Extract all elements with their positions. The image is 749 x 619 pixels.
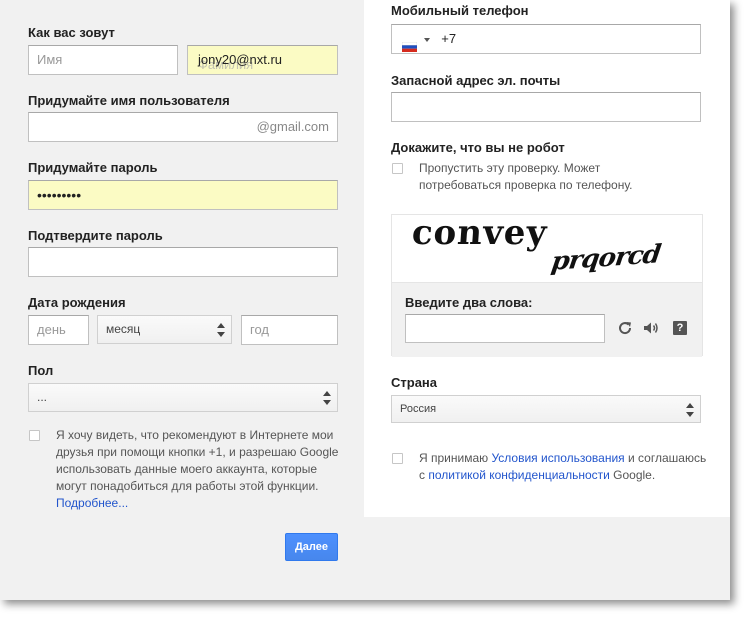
phone-label: Мобильный телефон xyxy=(391,3,529,18)
username-input[interactable]: @gmail.com xyxy=(28,112,338,142)
email-label: Запасной адрес эл. почты xyxy=(391,73,561,88)
next-button[interactable]: Далее xyxy=(285,533,338,561)
terms-text: Я принимаю Условия использования и согла… xyxy=(419,450,709,484)
plusone-description: Я хочу видеть, что рекомендуют в Интерне… xyxy=(56,428,339,493)
captcha-prompt: Введите два слова: xyxy=(405,295,533,310)
year-placeholder: год xyxy=(250,322,269,337)
confirm-password-input[interactable] xyxy=(28,247,338,277)
phone-value: +7 xyxy=(441,31,457,46)
terms-suffix: Google. xyxy=(609,468,656,482)
captcha-word-2: prqorcd xyxy=(549,239,663,276)
captcha-word-1: convey xyxy=(410,213,549,253)
skip-verification-checkbox[interactable] xyxy=(392,163,403,174)
birth-day-input[interactable]: день xyxy=(28,315,89,345)
password-value: ••••••••• xyxy=(37,187,82,203)
last-name-input[interactable]: Фамилия jony20@nxt.ru xyxy=(187,45,338,75)
month-updown-icon xyxy=(217,323,225,337)
privacy-policy-link[interactable]: политикой конфиденциальности xyxy=(428,468,609,482)
password-input[interactable]: ••••••••• xyxy=(28,180,338,210)
gender-label: Пол xyxy=(28,363,54,378)
birth-year-input[interactable]: год xyxy=(241,315,338,345)
backup-email-input[interactable] xyxy=(391,92,701,122)
first-name-input[interactable]: Имя xyxy=(28,45,178,75)
password-label: Придумайте пароль xyxy=(28,160,158,175)
name-label: Как вас зовут xyxy=(28,25,115,40)
month-value: месяц xyxy=(106,322,141,336)
audio-icon[interactable] xyxy=(643,321,659,340)
first-name-placeholder: Имя xyxy=(37,52,63,67)
skip-verification-text: Пропустить эту проверку. Может потребова… xyxy=(419,161,633,192)
confirm-password-label: Подтвердите пароль xyxy=(28,228,163,243)
help-icon[interactable]: ? xyxy=(673,321,687,335)
country-updown-icon xyxy=(686,403,694,417)
last-name-value: jony20@nxt.ru xyxy=(198,52,283,67)
terms-checkbox[interactable] xyxy=(392,453,403,464)
country-value: Россия xyxy=(400,403,437,415)
plusone-checkbox[interactable] xyxy=(29,430,40,441)
phone-input[interactable]: +7 xyxy=(391,24,701,54)
robot-label: Докажите, что вы не робот xyxy=(391,140,565,155)
birth-month-select[interactable]: месяц xyxy=(97,315,232,344)
gender-value: ... xyxy=(37,390,48,404)
learn-more-link[interactable]: Подробнее... xyxy=(56,496,128,510)
captcha-input-area: Введите два слова: ? xyxy=(392,282,702,357)
captcha-box: convey prqorcd Введите два слова: ? xyxy=(391,213,703,357)
day-placeholder: день xyxy=(37,322,66,337)
username-label: Придумайте имя пользователя xyxy=(28,93,230,108)
country-label: Страна xyxy=(391,375,438,390)
gender-select[interactable]: ... xyxy=(28,383,338,412)
country-select[interactable]: Россия xyxy=(391,395,701,423)
terms-of-service-link[interactable]: Условия использования xyxy=(491,451,624,465)
signup-form: Как вас зовут Имя Фамилия jony20@nxt.ru … xyxy=(0,0,730,600)
gender-updown-icon xyxy=(323,391,331,405)
refresh-icon[interactable] xyxy=(617,320,633,341)
country-code-dropdown-icon[interactable] xyxy=(423,37,430,42)
terms-prefix: Я принимаю xyxy=(419,451,492,465)
gmail-suffix: @gmail.com xyxy=(256,119,329,134)
plusone-text: Я хочу видеть, что рекомендуют в Интерне… xyxy=(56,427,340,512)
birthday-label: Дата рождения xyxy=(28,295,126,310)
russia-flag-icon[interactable] xyxy=(401,34,418,52)
captcha-input[interactable] xyxy=(405,314,605,343)
